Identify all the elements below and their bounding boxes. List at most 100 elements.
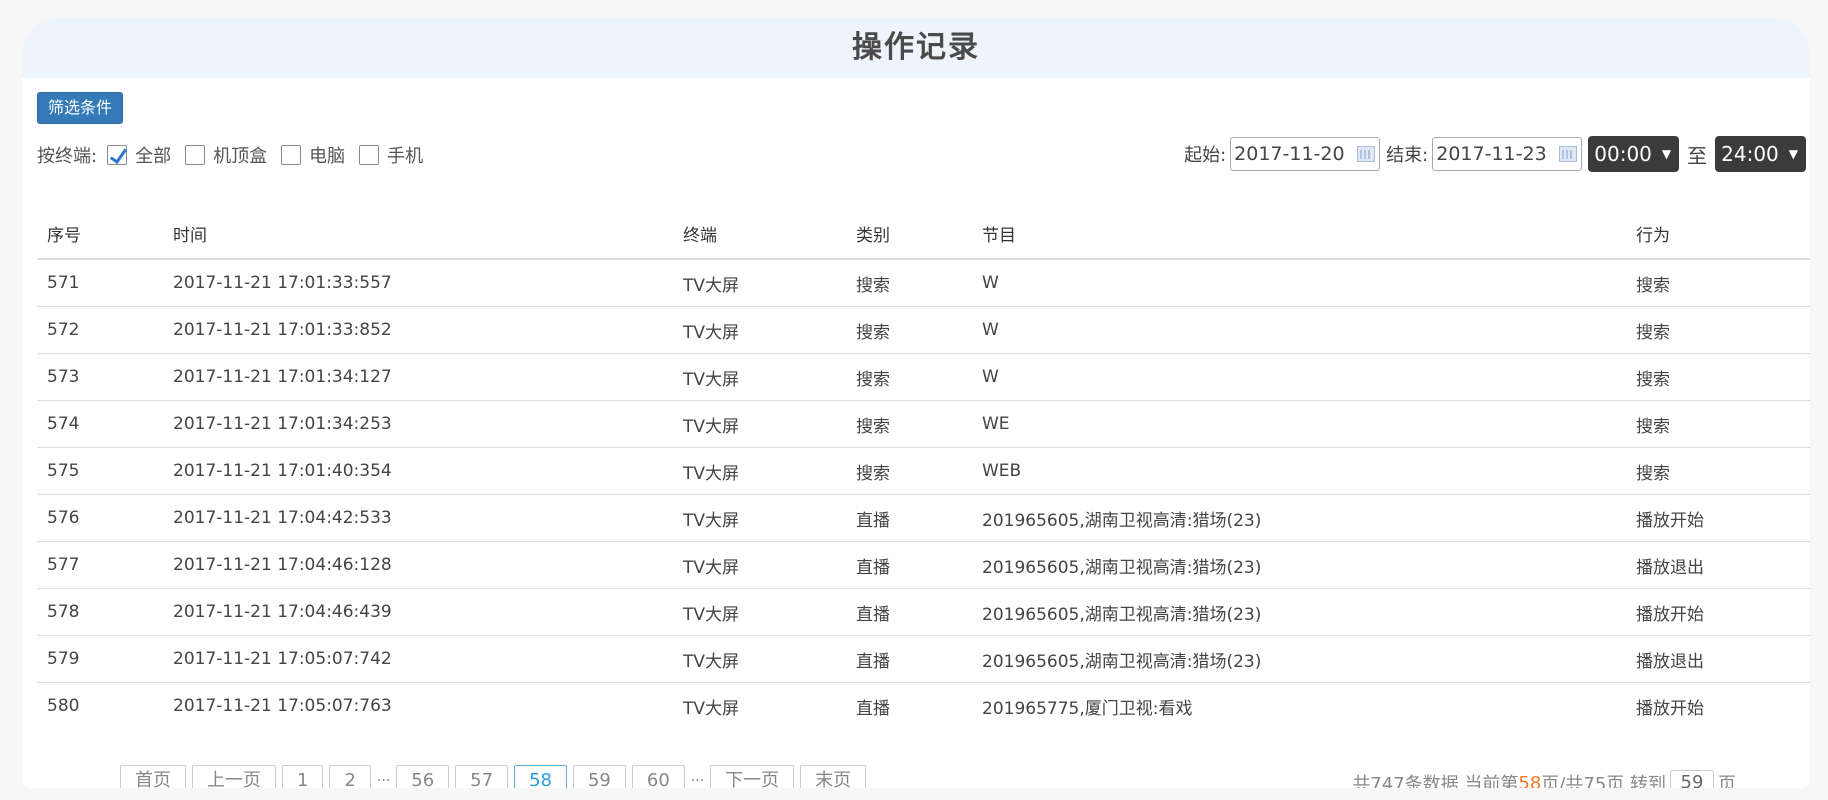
cell-index: 576 — [37, 494, 163, 542]
terminal-filter: 按终端: 全部 机顶盒 电脑 手机 — [37, 140, 437, 170]
cell-action: 搜索 — [1626, 447, 1810, 495]
cell-time: 2017-11-21 17:04:46:128 — [163, 541, 673, 589]
cell-index: 574 — [37, 400, 163, 448]
cell-action: 播放开始 — [1636, 698, 1704, 719]
table-row: 573 2017-11-21 17:01:34:127 TV大屏 搜索 W 搜索 — [37, 353, 1810, 401]
cell-time: 2017-11-21 17:01:33:852 — [163, 306, 673, 354]
table-row: 580 2017-11-21 17:05:07:763 TV大屏 直播 20196577… — [37, 683, 1810, 730]
column-header-time: 时间 — [163, 208, 673, 260]
pagination-ellipsis: ··· — [690, 773, 705, 788]
filter-conditions-button[interactable]: 筛选条件 — [37, 92, 124, 124]
cell-time: 2017-11-21 17:05:07:742 — [163, 635, 673, 683]
checkbox-checked-icon[interactable] — [107, 145, 128, 165]
end-time-select[interactable]: 24:00 ▼ — [1715, 136, 1806, 172]
cell-action: 搜索 — [1626, 306, 1810, 354]
cell-terminal: TV大屏 — [683, 698, 740, 719]
table-row: 572 2017-11-21 17:01:33:852 TV大屏 搜索 W 搜索 — [37, 306, 1810, 354]
page-button-56[interactable]: 56 — [396, 765, 450, 788]
cell-category: 直播 — [846, 541, 972, 589]
cell-time: 2017-11-21 17:01:40:354 — [163, 447, 673, 495]
to-label: 至 — [1687, 143, 1708, 168]
table-header-row: 序号 时间 终端 类别 节目 行为 — [37, 208, 1810, 260]
terminal-option-label: 手机 — [387, 146, 424, 167]
start-date-label: 起始: — [1184, 145, 1227, 166]
cell-program: 201965605,湖南卫视高清:猎场(23) — [972, 541, 1626, 589]
cell-action: 搜索 — [1626, 353, 1810, 401]
column-header-terminal: 终端 — [673, 208, 846, 260]
cell-category: 直播 — [846, 635, 972, 683]
terminal-option-pc[interactable]: 电脑 — [281, 142, 345, 168]
jump-page-input[interactable]: 59 — [1670, 770, 1714, 788]
cell-program: W — [972, 353, 1626, 401]
cell-action: 播放开始 — [1626, 588, 1810, 636]
terminal-option-mobile[interactable]: 手机 — [359, 142, 423, 168]
page-button-59[interactable]: 59 — [572, 765, 626, 788]
cell-index: 575 — [37, 447, 163, 495]
table-row: 577 2017-11-21 17:04:46:128 TV大屏 直播 20196560… — [37, 541, 1810, 589]
caret-down-icon: ▼ — [1661, 147, 1672, 161]
cell-time: 2017-11-21 17:04:42:533 — [163, 494, 673, 542]
page-button-57[interactable]: 57 — [455, 765, 509, 788]
checkbox-icon[interactable] — [185, 145, 206, 165]
cell-terminal: TV大屏 — [673, 588, 846, 636]
cell-terminal: TV大屏 — [673, 259, 846, 307]
calendar-icon[interactable] — [1559, 146, 1578, 162]
prev-page-button[interactable]: 上一页 — [192, 765, 276, 788]
summary-suffix: 页 — [1718, 774, 1736, 788]
column-header-program: 节目 — [972, 208, 1626, 260]
terminal-option-label: 机顶盒 — [213, 146, 268, 167]
start-date-input[interactable]: 2017-11-20 — [1230, 137, 1381, 171]
checkbox-icon[interactable] — [359, 145, 380, 165]
cell-index: 578 — [37, 588, 163, 636]
cell-time: 2017-11-21 17:04:46:439 — [163, 588, 673, 636]
cell-category: 直播 — [856, 698, 890, 719]
cell-time: 2017-11-21 17:01:34:127 — [163, 353, 673, 401]
column-header-index: 序号 — [37, 208, 163, 260]
pagination-ellipsis: ··· — [376, 773, 391, 788]
end-date-value: 2017-11-23 — [1436, 143, 1547, 165]
summary-mid: 页/共75页 转到 — [1541, 774, 1666, 788]
page-button-58-current[interactable]: 58 — [514, 765, 567, 788]
first-page-button[interactable]: 首页 — [120, 765, 186, 788]
table-row: 578 2017-11-21 17:04:46:439 TV大屏 直播 20196560… — [37, 588, 1810, 636]
current-page-number: 58 — [1518, 772, 1542, 789]
cell-action: 搜索 — [1626, 259, 1810, 307]
table-row: 579 2017-11-21 17:05:07:742 TV大屏 直播 20196560… — [37, 635, 1810, 683]
operation-log-panel: 操作记录 筛选条件 按终端: 全部 机顶盒 电脑 手机 起始: 2017-11-… — [22, 18, 1810, 788]
page-button-60[interactable]: 60 — [631, 765, 685, 788]
cell-terminal: TV大屏 — [673, 353, 846, 401]
terminal-option-all[interactable]: 全部 — [107, 142, 171, 168]
terminal-option-label: 全部 — [135, 146, 172, 167]
cell-index: 580 — [47, 696, 80, 716]
cell-action: 播放退出 — [1626, 541, 1810, 589]
start-time-value: 00:00 — [1594, 142, 1652, 166]
terminal-option-settopbox[interactable]: 机顶盒 — [185, 142, 267, 168]
end-time-value: 24:00 — [1721, 142, 1779, 166]
cell-index: 572 — [37, 306, 163, 354]
cell-index: 577 — [37, 541, 163, 589]
pagination-summary: 共747条数据 当前第 58 页/共75页 转到 59 页 — [1352, 770, 1736, 788]
calendar-icon[interactable] — [1357, 146, 1376, 162]
cell-program: W — [972, 259, 1626, 307]
cell-time: 2017-11-21 17:01:34:253 — [163, 400, 673, 448]
cell-program: WE — [972, 400, 1626, 448]
cell-terminal: TV大屏 — [673, 494, 846, 542]
cell-terminal: TV大屏 — [673, 447, 846, 495]
cell-program: W — [972, 306, 1626, 354]
next-page-button[interactable]: 下一页 — [710, 765, 795, 788]
cell-time: 2017-11-21 17:05:07:763 — [173, 696, 392, 716]
cell-index: 573 — [37, 353, 163, 401]
page-title: 操作记录 — [22, 18, 1810, 78]
cell-time: 2017-11-21 17:01:33:557 — [163, 259, 673, 307]
cell-terminal: TV大屏 — [673, 541, 846, 589]
page-button-1[interactable]: 1 — [282, 765, 324, 788]
last-page-button[interactable]: 末页 — [800, 765, 867, 788]
checkbox-icon[interactable] — [281, 145, 302, 165]
start-time-select[interactable]: 00:00 ▼ — [1588, 136, 1680, 172]
terminal-option-label: 电脑 — [309, 146, 346, 167]
table-row: 575 2017-11-21 17:01:40:354 TV大屏 搜索 WEB 搜索 — [37, 447, 1810, 495]
page-button-2[interactable]: 2 — [329, 765, 371, 788]
end-date-input[interactable]: 2017-11-23 — [1432, 137, 1583, 171]
cell-program: 201965605,湖南卫视高清:猎场(23) — [972, 588, 1626, 636]
cell-terminal: TV大屏 — [673, 306, 846, 354]
